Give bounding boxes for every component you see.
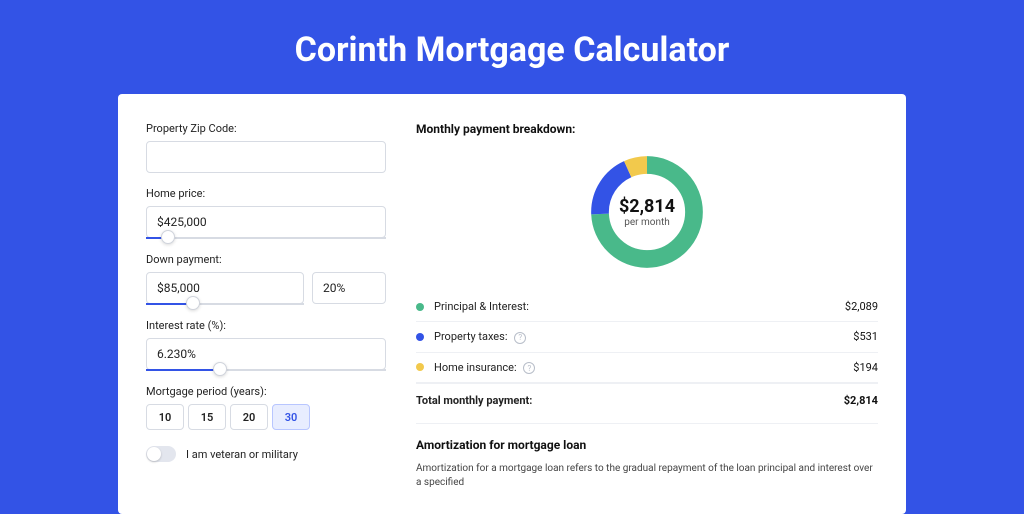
- donut-sublabel: per month: [624, 217, 670, 228]
- down-payment-percent-input[interactable]: [312, 272, 386, 304]
- swatch-icon: [416, 363, 424, 371]
- period-btn-30[interactable]: 30: [272, 404, 310, 430]
- slider-thumb[interactable]: [186, 296, 200, 310]
- toggle-knob: [147, 447, 161, 461]
- legend-label: Property taxes: ?: [434, 330, 853, 344]
- down-payment-amount-input[interactable]: [146, 272, 304, 304]
- legend-value: $194: [853, 361, 878, 374]
- inputs-panel: Property Zip Code: Home price: Down paym…: [146, 122, 386, 514]
- swatch-icon: [416, 303, 424, 311]
- legend-value: $531: [853, 330, 878, 343]
- legend-text: Property taxes:: [434, 330, 507, 343]
- legend-value: $2,089: [845, 300, 878, 313]
- veteran-row: I am veteran or military: [146, 446, 386, 462]
- period-buttons: 10 15 20 30: [146, 404, 386, 430]
- veteran-label: I am veteran or military: [186, 448, 298, 461]
- legend-insurance: Home insurance: ? $194: [416, 353, 878, 384]
- slider-thumb[interactable]: [161, 230, 175, 244]
- breakdown-title: Monthly payment breakdown:: [416, 122, 878, 136]
- amortization-title: Amortization for mortgage loan: [416, 438, 878, 452]
- period-btn-20[interactable]: 20: [230, 404, 268, 430]
- interest-field: Interest rate (%):: [146, 319, 386, 371]
- home-price-field: Home price:: [146, 187, 386, 239]
- period-btn-15[interactable]: 15: [188, 404, 226, 430]
- calculator-card: Property Zip Code: Home price: Down paym…: [118, 94, 906, 514]
- zip-field: Property Zip Code:: [146, 122, 386, 173]
- period-btn-10[interactable]: 10: [146, 404, 184, 430]
- info-icon[interactable]: ?: [523, 362, 535, 374]
- home-price-input[interactable]: [146, 206, 386, 238]
- veteran-toggle[interactable]: [146, 446, 176, 462]
- donut-chart: $2,814 per month: [585, 150, 709, 274]
- total-label: Total monthly payment:: [416, 394, 844, 407]
- down-payment-label: Down payment:: [146, 253, 386, 266]
- home-price-slider[interactable]: [146, 237, 386, 239]
- donut-chart-wrap: $2,814 per month: [416, 150, 878, 274]
- swatch-icon: [416, 333, 424, 341]
- period-field: Mortgage period (years): 10 15 20 30: [146, 385, 386, 430]
- legend-taxes: Property taxes: ? $531: [416, 322, 878, 353]
- amortization-section: Amortization for mortgage loan Amortizat…: [416, 423, 878, 490]
- legend-text: Home insurance:: [434, 361, 517, 374]
- zip-label: Property Zip Code:: [146, 122, 386, 135]
- legend-label: Principal & Interest:: [434, 300, 845, 313]
- total-value: $2,814: [844, 394, 878, 407]
- breakdown-panel: Monthly payment breakdown: $2,814 per mo…: [416, 122, 878, 514]
- interest-label: Interest rate (%):: [146, 319, 386, 332]
- donut-amount: $2,814: [619, 196, 675, 217]
- interest-slider[interactable]: [146, 369, 386, 371]
- page-title: Corinth Mortgage Calculator: [0, 0, 1024, 94]
- legend-principal: Principal & Interest: $2,089: [416, 292, 878, 322]
- amortization-text: Amortization for a mortgage loan refers …: [416, 462, 878, 490]
- period-label: Mortgage period (years):: [146, 385, 386, 398]
- legend-label: Home insurance: ?: [434, 361, 853, 375]
- home-price-label: Home price:: [146, 187, 386, 200]
- info-icon[interactable]: ?: [514, 332, 526, 344]
- legend-total: Total monthly payment: $2,814: [416, 383, 878, 423]
- zip-input[interactable]: [146, 141, 386, 173]
- slider-thumb[interactable]: [213, 362, 227, 376]
- down-payment-slider[interactable]: [146, 303, 304, 305]
- down-payment-field: Down payment:: [146, 253, 386, 305]
- interest-input[interactable]: [146, 338, 386, 370]
- donut-center: $2,814 per month: [585, 150, 709, 274]
